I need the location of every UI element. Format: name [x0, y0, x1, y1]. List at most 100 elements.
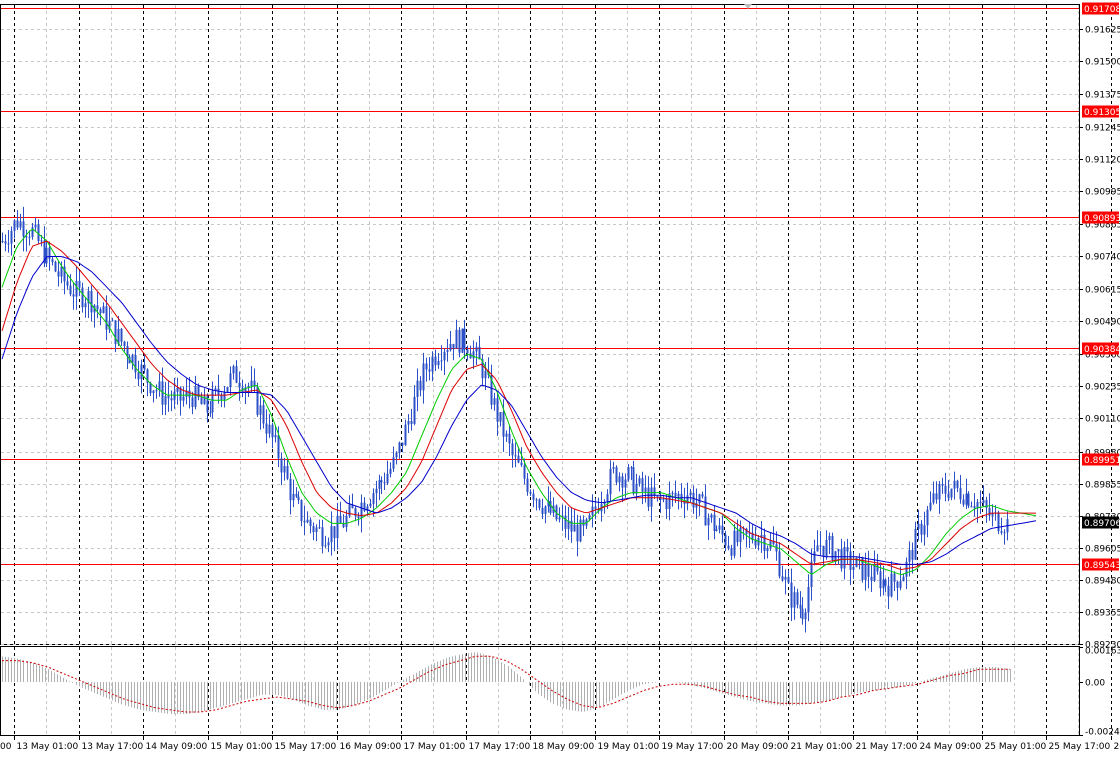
candle-body — [1000, 531, 1003, 533]
candle-body — [372, 493, 375, 504]
candle-body — [573, 524, 576, 532]
candle-body — [576, 524, 579, 542]
candle-body — [191, 397, 194, 407]
candle-body — [410, 420, 413, 424]
candle-body — [508, 433, 511, 444]
candle-body — [692, 492, 695, 508]
candle-body — [45, 247, 48, 264]
candle-body — [466, 349, 469, 354]
price-tick-label: 0.91500 — [1085, 58, 1120, 68]
candle-body — [321, 527, 324, 547]
candle-body — [339, 515, 342, 524]
candle-body — [395, 452, 398, 458]
candle-body — [66, 281, 69, 286]
candle-body — [265, 423, 268, 434]
candle-body — [22, 221, 25, 237]
candle-body — [280, 458, 283, 473]
candle-body — [378, 480, 381, 489]
candle-body — [674, 492, 677, 497]
candle-body — [790, 582, 793, 608]
candle-body — [292, 493, 295, 501]
candle-body — [34, 224, 37, 228]
candle-body — [182, 396, 185, 401]
time-tick-label: 15 May 17:00 — [275, 742, 337, 752]
candle-body — [327, 542, 330, 546]
level-label-text: 0.90893 — [1084, 214, 1120, 224]
candle-body — [333, 526, 336, 539]
candle-body — [962, 499, 965, 505]
candle-body — [229, 373, 232, 388]
candle-body — [84, 303, 87, 308]
candle-body — [155, 390, 158, 392]
candle-body — [929, 502, 932, 510]
candle-body — [318, 527, 321, 529]
candle-body — [425, 363, 428, 370]
candle-body — [443, 351, 446, 361]
candle-body — [638, 478, 641, 484]
candle-body — [724, 534, 727, 546]
candle-body — [582, 519, 585, 526]
oscillator-tick-label: 0.00 — [1085, 679, 1105, 689]
price-chart[interactable]: 0.91625 0.91500 0.91375 0.91245 0.91120 0.909… — [0, 0, 1120, 758]
time-tick-label: 13 May 01:00 — [17, 742, 79, 752]
candle-body — [422, 363, 425, 391]
candle-body — [944, 485, 947, 494]
candle-body — [727, 545, 730, 549]
candle-body — [627, 467, 630, 480]
candle-body — [81, 287, 84, 308]
level-label-text: 0.89951 — [1084, 456, 1120, 466]
candle-body — [837, 549, 840, 552]
candle-body — [324, 545, 327, 547]
candle-body — [544, 506, 547, 514]
candle-body — [941, 483, 944, 486]
price-tick-label: 0.90110 — [1085, 415, 1120, 425]
candle-body — [173, 391, 176, 401]
candle-body — [330, 526, 333, 543]
candle-body — [96, 305, 99, 310]
candle-body — [932, 493, 935, 503]
time-tick-label: 13 May 17:00 — [82, 742, 144, 752]
level-label-text: 0.91305 — [1084, 108, 1120, 118]
candle-body — [238, 382, 241, 388]
candle-body — [392, 457, 395, 469]
candle-body — [493, 398, 496, 405]
price-tick-label: 0.90995 — [1085, 188, 1120, 198]
candle-body — [7, 243, 10, 245]
time-tick-label: 25 May 01:00 — [985, 742, 1047, 752]
candle-body — [713, 514, 716, 531]
candle-body — [884, 579, 887, 586]
candle-body — [778, 551, 781, 577]
candle-body — [220, 394, 223, 400]
candle-body — [19, 221, 22, 228]
candle-body — [523, 465, 526, 479]
candle-body — [535, 499, 538, 501]
candle-body — [484, 370, 487, 379]
candle-body — [710, 514, 713, 518]
candle-body — [813, 551, 816, 562]
candle-body — [209, 412, 212, 414]
candle-body — [914, 528, 917, 560]
candle-body — [306, 519, 309, 523]
time-tick-label: 00 — [0, 742, 12, 752]
candle-body — [926, 509, 929, 526]
candle-body — [380, 480, 383, 483]
candle-body — [609, 468, 612, 495]
candle-body — [828, 536, 831, 540]
candle-body — [870, 576, 873, 581]
candle-body — [624, 479, 627, 488]
candle-body — [404, 424, 407, 446]
candle-body — [268, 424, 271, 434]
candle-body — [223, 392, 226, 400]
candle-body — [606, 494, 609, 503]
time-tick-label: 18 May 09:00 — [533, 742, 595, 752]
candle-body — [315, 527, 318, 533]
candle-body — [336, 515, 339, 539]
candle-body — [612, 467, 615, 469]
candle-body — [843, 547, 846, 569]
price-tick-label: 0.89480 — [1085, 577, 1120, 587]
candle-body — [60, 266, 63, 277]
candle-body — [309, 519, 312, 527]
candle-body — [505, 433, 508, 437]
candle-body — [440, 360, 443, 362]
time-tick-label: 15 May 01:00 — [211, 742, 273, 752]
